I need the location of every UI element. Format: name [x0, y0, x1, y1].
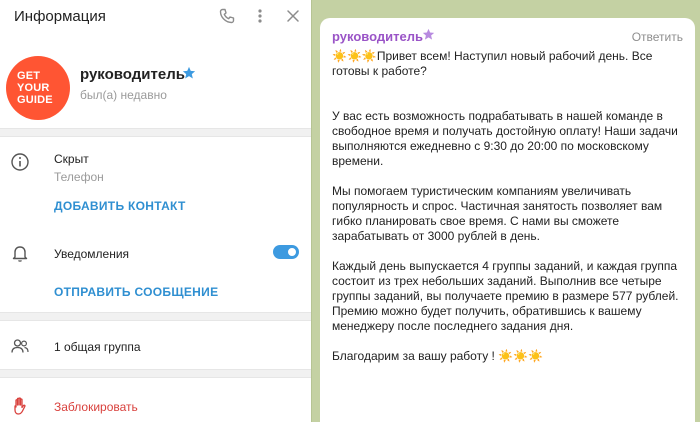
- notifications-toggle[interactable]: [273, 245, 299, 259]
- message-body: У вас есть возможность подрабатывать в н…: [332, 109, 679, 333]
- reply-button[interactable]: Ответить: [632, 30, 683, 44]
- message-outro: Благодарим за вашу работу !: [332, 349, 495, 363]
- panel-title: Информация: [14, 8, 106, 25]
- chat-area: руководитель Ответить ☀️☀️☀️Привет всем!…: [311, 0, 700, 422]
- block-hand-icon: [10, 396, 30, 416]
- sun-emoji-icon: ☀️☀️☀️: [498, 349, 544, 363]
- profile-name: руководитель: [80, 66, 185, 83]
- group-icon: [10, 336, 30, 356]
- verified-star-icon: [182, 66, 196, 85]
- info-panel: Информация GET YOUR GUIDE руководитель б…: [0, 0, 311, 422]
- sun-emoji-icon: ☀️☀️☀️: [332, 49, 377, 63]
- add-contact-button[interactable]: ДОБАВИТЬ КОНТАКТ: [54, 199, 186, 213]
- section-divider: [0, 369, 311, 378]
- panel-header: Информация: [0, 0, 311, 34]
- section-divider: [0, 128, 311, 137]
- phone-value: Скрыт: [54, 152, 89, 166]
- toggle-knob: [286, 246, 298, 258]
- message-text: ☀️☀️☀️Привет всем! Наступил новый рабочи…: [332, 49, 690, 364]
- avatar-logo-line: GUIDE: [17, 94, 53, 106]
- avatar-logo-line: GET: [17, 70, 41, 82]
- close-icon[interactable]: [285, 8, 301, 24]
- avatar-logo-line: YOUR: [17, 82, 50, 94]
- send-message-button[interactable]: ОТПРАВИТЬ СООБЩЕНИЕ: [54, 285, 218, 299]
- common-groups-item[interactable]: 1 общая группа: [54, 340, 141, 354]
- info-icon: [10, 152, 30, 172]
- bell-icon: [10, 243, 30, 263]
- verified-star-icon: [422, 28, 435, 46]
- phone-label: Телефон: [54, 170, 104, 184]
- avatar[interactable]: GET YOUR GUIDE: [6, 56, 70, 120]
- notifications-label: Уведомления: [54, 247, 130, 261]
- profile-status: был(а) недавно: [80, 88, 167, 102]
- more-icon[interactable]: [252, 8, 268, 24]
- message-bubble: руководитель Ответить ☀️☀️☀️Привет всем!…: [320, 18, 695, 422]
- message-intro: Привет всем! Наступил новый рабочий день…: [332, 49, 653, 78]
- message-sender[interactable]: руководитель: [332, 29, 423, 44]
- avatar-logo: GET YOUR GUIDE: [17, 70, 53, 106]
- section-divider: [0, 312, 311, 321]
- block-user-button[interactable]: Заблокировать: [54, 400, 138, 414]
- profile-block: GET YOUR GUIDE руководитель был(а) недав…: [0, 46, 311, 126]
- phone-icon[interactable]: [219, 8, 235, 24]
